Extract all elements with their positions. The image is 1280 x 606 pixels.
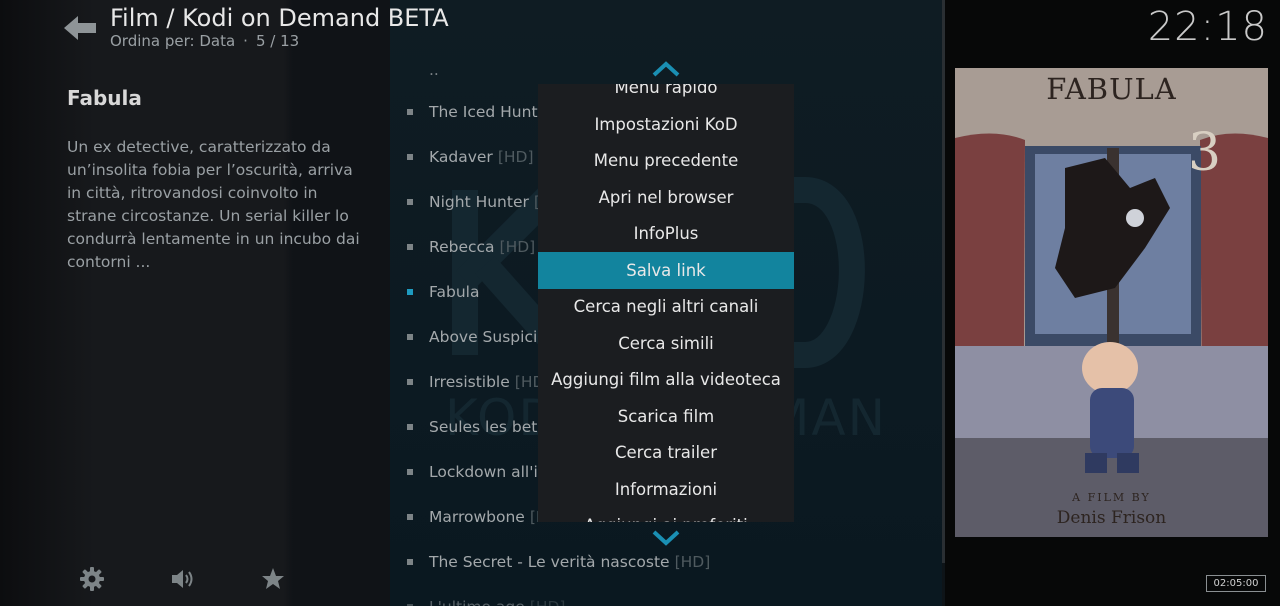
- sort-label: Ordina per: Data: [110, 32, 236, 50]
- bullet-icon: [407, 289, 413, 295]
- list-item-tag: [HD]: [530, 598, 566, 606]
- menu-item-informazioni[interactable]: Informazioni: [538, 471, 794, 508]
- settings-icon[interactable]: [79, 566, 105, 592]
- list-item-label: Fabula: [429, 283, 480, 301]
- menu-item-menu-precedente[interactable]: Menu precedente: [538, 142, 794, 179]
- list-item-label: Kadaver: [429, 148, 493, 166]
- info-title: Fabula: [67, 86, 142, 110]
- bullet-icon: [407, 334, 413, 340]
- list-item-tag: [HD]: [499, 238, 536, 256]
- poster-credit-line2: Denis Frison: [1056, 508, 1167, 528]
- favourites-star-icon[interactable]: [260, 566, 286, 592]
- list-item-label: Night Hunter: [429, 193, 529, 211]
- runtime-badge: 02:05:00: [1206, 575, 1266, 592]
- menu-item-cerca-simili[interactable]: Cerca simili: [538, 325, 794, 362]
- bullet-icon: [407, 244, 413, 250]
- bullet-icon: [407, 199, 413, 205]
- sort-info: Ordina per: Data · 5 / 13: [110, 32, 299, 50]
- menu-item-aggiungi-preferiti[interactable]: Aggiungi ai preferiti: [538, 507, 794, 522]
- movie-poster: FABULA 3 A FILM BY Denis Frison: [955, 68, 1268, 537]
- menu-item-cerca-altri-canali[interactable]: Cerca negli altri canali: [538, 288, 794, 325]
- menu-item-infoplus[interactable]: InfoPlus: [538, 215, 794, 252]
- scroll-up-chevron-icon[interactable]: [652, 61, 680, 77]
- scroll-down-chevron-icon[interactable]: [652, 530, 680, 546]
- list-item-label: The Secret - Le verità nascoste: [429, 553, 670, 571]
- list-item[interactable]: The Secret - Le verità nascoste [HD]: [407, 542, 927, 582]
- menu-item-salva-link[interactable]: Salva link: [538, 252, 794, 289]
- list-item-tag: [HD]: [674, 553, 711, 571]
- poster-title: FABULA: [1046, 72, 1177, 106]
- list-item-label: Lockdown all'i: [429, 463, 538, 481]
- list-item-tag: [HD]: [497, 148, 534, 166]
- poster-number: 3: [1188, 123, 1222, 183]
- menu-item-scarica-film[interactable]: Scarica film: [538, 398, 794, 435]
- menu-item-impostazioni-kod[interactable]: Impostazioni KoD: [538, 106, 794, 143]
- bullet-icon: [407, 154, 413, 160]
- poster-credit-line1: A FILM BY: [1072, 491, 1151, 504]
- bullet-icon: [407, 379, 413, 385]
- list-item-label: Rebecca: [429, 238, 495, 256]
- separator-dot: ·: [243, 32, 248, 50]
- menu-item-menu-rapido[interactable]: Menu rapido: [538, 84, 794, 106]
- list-item-label: Above Suspicio: [429, 328, 547, 346]
- menu-item-apri-nel-browser[interactable]: Apri nel browser: [538, 179, 794, 216]
- bullet-icon: [407, 514, 413, 520]
- back-arrow-icon[interactable]: [62, 12, 98, 44]
- volume-icon[interactable]: [170, 566, 196, 592]
- menu-item-aggiungi-videoteca[interactable]: Aggiungi film alla videoteca: [538, 361, 794, 398]
- list-item[interactable]: L'ultimo age [HD]: [407, 587, 927, 606]
- bullet-icon: [407, 469, 413, 475]
- list-item-label: Irresistible: [429, 373, 510, 391]
- list-item-label: Marrowbone: [429, 508, 525, 526]
- menu-item-cerca-trailer[interactable]: Cerca trailer: [538, 434, 794, 471]
- bullet-icon: [407, 424, 413, 430]
- list-item-label: The Iced Hunte: [429, 103, 548, 121]
- item-position: 5 / 13: [255, 32, 300, 50]
- bullet-icon: [407, 109, 413, 115]
- list-item-label: Seules les bete: [429, 418, 547, 436]
- parent-label: ..: [429, 61, 439, 79]
- list-item-label: L'ultimo age: [429, 598, 525, 606]
- clock: 22:18: [1147, 4, 1268, 50]
- bullet-icon: [407, 559, 413, 565]
- context-menu: Menu rapido Impostazioni KoD Menu preced…: [538, 84, 794, 522]
- info-plot: Un ex detective, caratterizzato da un’in…: [67, 138, 360, 271]
- page-title: Film / Kodi on Demand BETA: [110, 4, 449, 32]
